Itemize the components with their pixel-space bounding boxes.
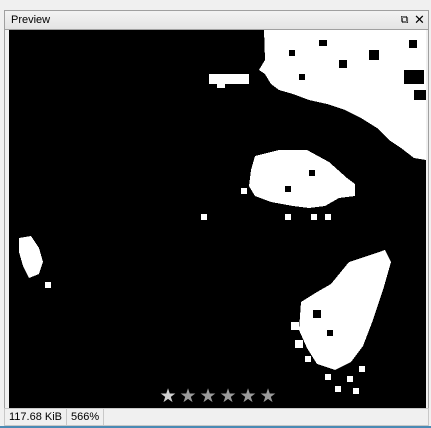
zoom-level-label: 566% — [67, 409, 105, 425]
preview-panel: Preview ⧉ ✕ ★ ★ ★ ★ ★ ★ 117.68 KiB 566% — [0, 0, 431, 428]
star-icon[interactable]: ★ — [158, 387, 178, 407]
panel-titlebar[interactable]: Preview ⧉ ✕ — [4, 10, 429, 30]
star-icon[interactable]: ★ — [238, 387, 258, 407]
star-icon[interactable]: ★ — [218, 387, 238, 407]
star-icon[interactable]: ★ — [198, 387, 218, 407]
image-viewport[interactable] — [4, 30, 429, 408]
rating-stars[interactable]: ★ ★ ★ ★ ★ ★ — [158, 387, 278, 407]
float-icon[interactable]: ⧉ — [397, 12, 412, 28]
star-icon[interactable]: ★ — [178, 387, 198, 407]
preview-image — [9, 30, 426, 408]
file-size-label: 117.68 KiB — [5, 409, 68, 425]
close-icon[interactable]: ✕ — [412, 12, 427, 28]
panel-title: Preview — [11, 14, 51, 26]
status-bar: 117.68 KiB 566% — [4, 408, 429, 426]
star-icon[interactable]: ★ — [258, 387, 278, 407]
